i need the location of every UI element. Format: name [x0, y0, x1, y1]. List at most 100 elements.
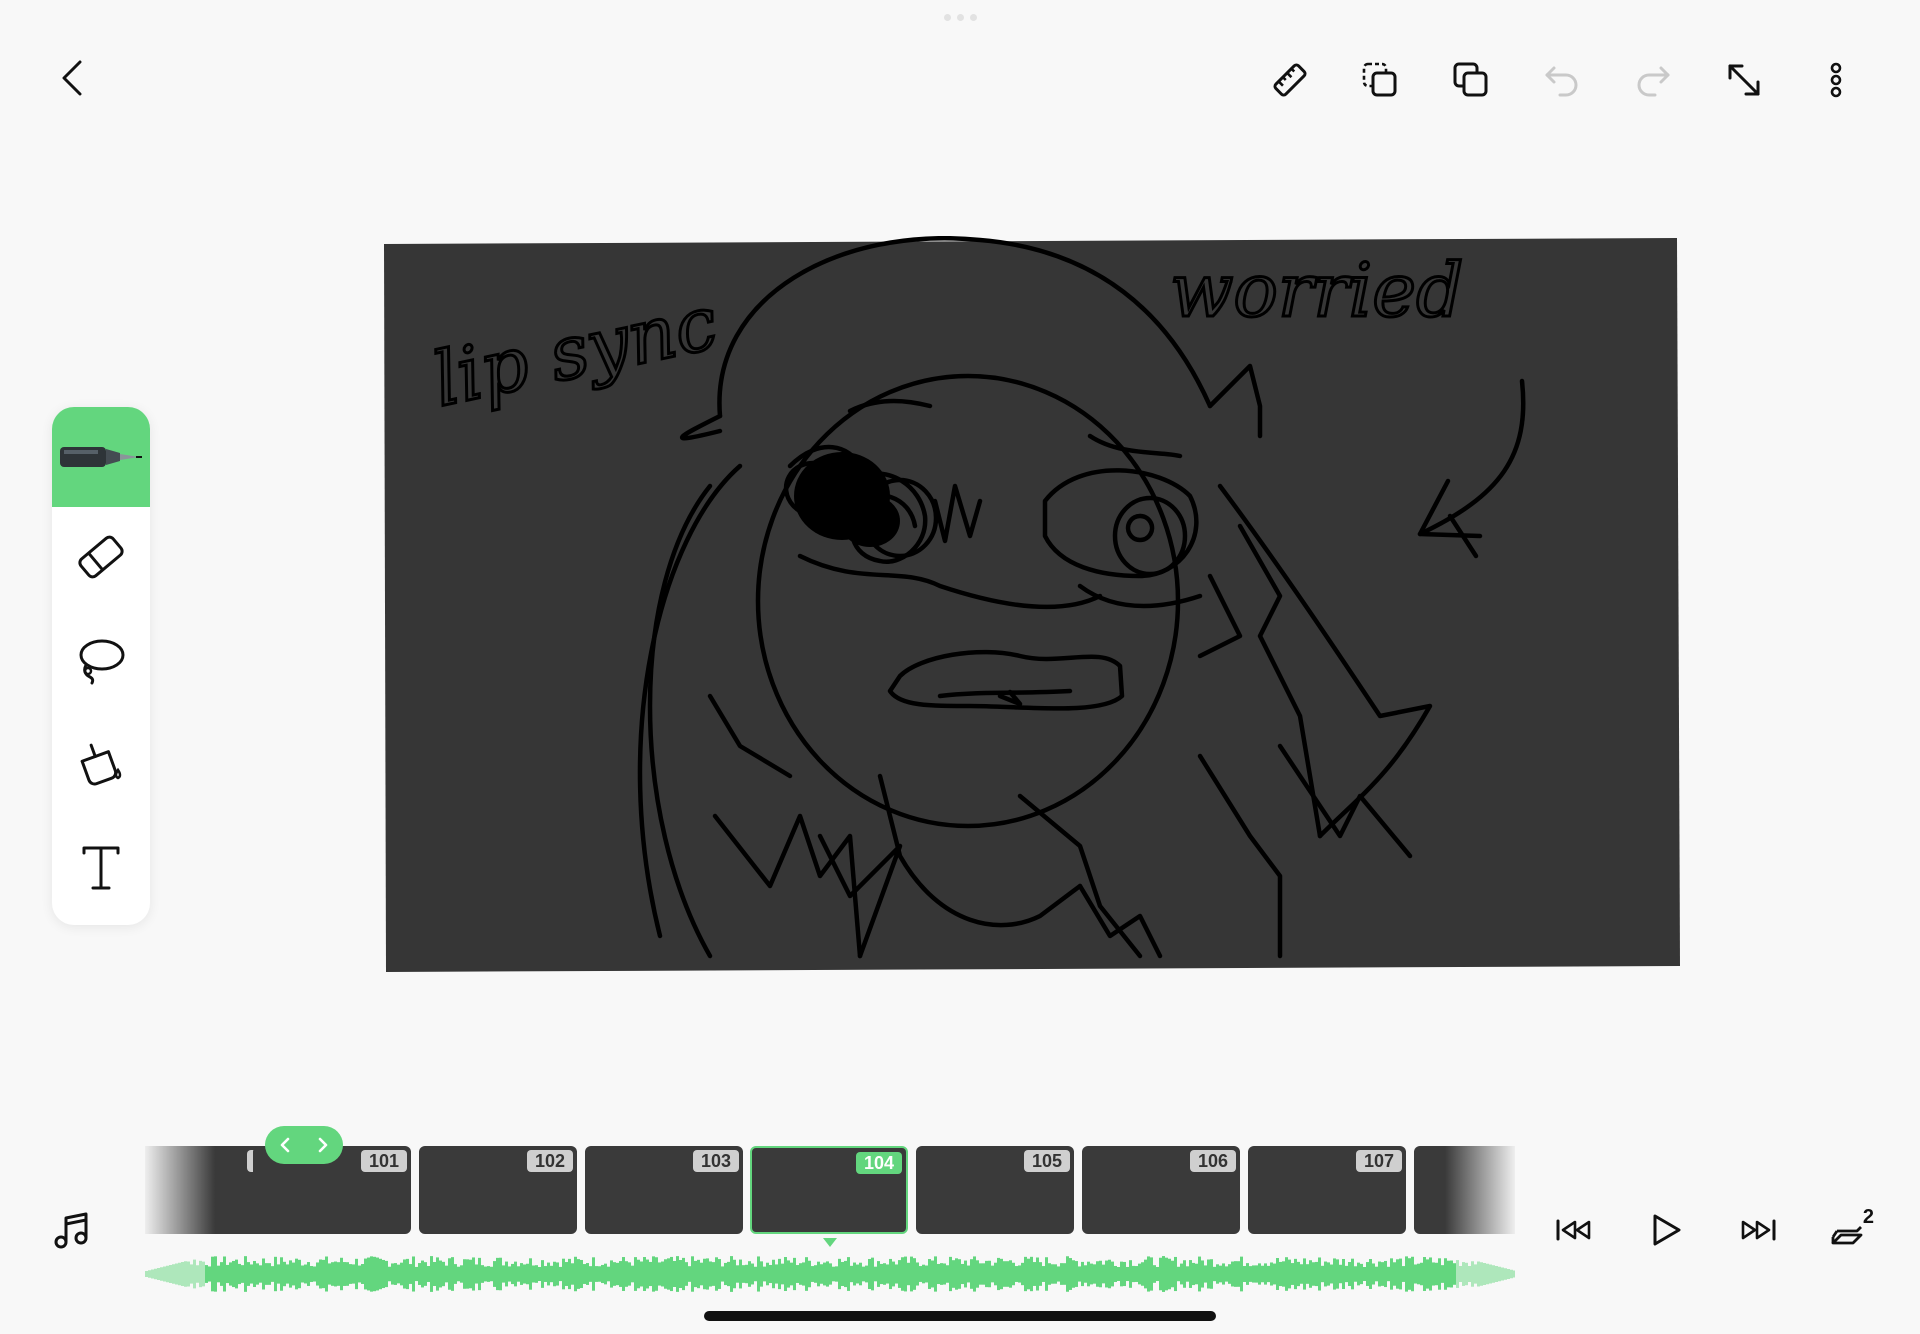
waveform-bar: [496, 1257, 499, 1291]
home-indicator[interactable]: [704, 1311, 1216, 1321]
waveform-bar: [826, 1261, 829, 1287]
tool-lasso[interactable]: [52, 610, 150, 710]
waveform-bar: [886, 1264, 889, 1284]
duplicate-icon[interactable]: [1449, 58, 1493, 102]
waveform-bar: [853, 1262, 856, 1286]
waveform-bar: [1141, 1262, 1144, 1286]
frame-thumbnail[interactable]: 102: [419, 1146, 577, 1234]
waveform-bar: [1483, 1263, 1486, 1285]
waveform-bar: [616, 1262, 619, 1286]
waveform-bar: [397, 1264, 400, 1284]
waveform-bar: [391, 1263, 394, 1285]
waveform-bar: [436, 1257, 439, 1291]
waveform-bar: [868, 1258, 871, 1290]
drawing-canvas[interactable]: lip sync worried: [380, 236, 1682, 974]
tool-pen[interactable]: [52, 407, 150, 507]
waveform-bar: [307, 1262, 310, 1286]
frame-number: 105: [1024, 1150, 1070, 1172]
waveform-bar: [946, 1265, 949, 1283]
waveform-bar: [958, 1259, 961, 1289]
more-icon[interactable]: [1818, 58, 1854, 102]
waveform-bar: [742, 1265, 745, 1283]
waveform-bar: [1399, 1258, 1402, 1290]
waveform-bar: [775, 1264, 778, 1284]
frame-number: 103: [693, 1150, 739, 1172]
frame-thumbnail[interactable]: 105: [916, 1146, 1074, 1234]
frame-thumbnail[interactable]: 106: [1082, 1146, 1240, 1234]
audio-waveform[interactable]: [145, 1250, 1515, 1298]
copy-icon[interactable]: [1358, 58, 1402, 102]
playhead-marker: [823, 1238, 837, 1247]
waveform-bar: [430, 1256, 433, 1292]
waveform-bar: [289, 1260, 292, 1288]
waveform-bar: [1162, 1256, 1165, 1292]
waveform-bar: [829, 1263, 832, 1285]
waveform-bar: [610, 1260, 613, 1288]
frame-thumbnail-current[interactable]: 104: [750, 1146, 908, 1234]
redo-icon[interactable]: [1631, 58, 1675, 102]
waveform-bar: [1204, 1265, 1207, 1283]
waveform-bar: [358, 1265, 361, 1283]
waveform-bar: [877, 1261, 880, 1287]
waveform-bar: [1081, 1261, 1084, 1287]
waveform-bar: [1093, 1264, 1096, 1284]
waveform-bar: [1411, 1256, 1414, 1292]
waveform-bar: [352, 1264, 355, 1284]
waveform-bar: [361, 1264, 364, 1284]
waveform-bar: [223, 1256, 226, 1292]
skip-to-start-icon[interactable]: [1554, 1212, 1594, 1248]
waveform-bar: [1390, 1258, 1393, 1290]
waveform-bar: [895, 1264, 898, 1284]
waveform-bar: [1372, 1263, 1375, 1285]
skip-to-end-icon[interactable]: [1738, 1212, 1778, 1248]
waveform-bar: [931, 1260, 934, 1288]
waveform-bar: [1492, 1265, 1495, 1283]
waveform-bar: [1027, 1258, 1030, 1290]
top-handle[interactable]: [942, 14, 978, 24]
waveform-bar: [304, 1264, 307, 1284]
waveform-bar: [343, 1262, 346, 1286]
frame-thumbnail[interactable]: 103: [585, 1146, 743, 1234]
waveform-bar: [628, 1262, 631, 1286]
waveform-bar: [1285, 1257, 1288, 1291]
waveform-bar: [1051, 1264, 1054, 1284]
waveform-bar: [805, 1257, 808, 1291]
waveform-bar: [412, 1256, 415, 1292]
ruler-icon[interactable]: [1268, 58, 1312, 102]
waveform-bar: [160, 1267, 163, 1281]
frame-thumbnail[interactable]: [1414, 1146, 1515, 1234]
waveform-bar: [793, 1257, 796, 1291]
waveform-bar: [1354, 1266, 1357, 1282]
waveform-bar: [1252, 1265, 1255, 1283]
waveform-bar: [1246, 1263, 1249, 1285]
waveform-bar: [973, 1256, 976, 1292]
waveform-bar: [1084, 1265, 1087, 1283]
music-icon[interactable]: [52, 1208, 92, 1252]
tool-eraser[interactable]: [52, 507, 150, 607]
waveform-bar: [1009, 1260, 1012, 1288]
undo-icon[interactable]: [1540, 58, 1584, 102]
waveform-bar: [1006, 1261, 1009, 1287]
back-icon[interactable]: [54, 58, 90, 98]
layers-icon[interactable]: 2: [1828, 1206, 1874, 1252]
waveform-bar: [439, 1260, 442, 1288]
waveform-bar: [1024, 1256, 1027, 1292]
resize-icon[interactable]: [1722, 58, 1766, 102]
waveform-bar: [1222, 1263, 1225, 1285]
waveform-bar: [1153, 1265, 1156, 1283]
waveform-bar: [1330, 1264, 1333, 1284]
waveform-bar: [1426, 1259, 1429, 1289]
waveform-bar: [1039, 1262, 1042, 1286]
frame-timeline[interactable]: 100 101 102 103 104 105 106 107: [145, 1144, 1515, 1236]
play-icon[interactable]: [1646, 1210, 1686, 1250]
tool-text[interactable]: [52, 817, 150, 917]
waveform-bar: [1048, 1263, 1051, 1285]
range-handle[interactable]: [265, 1126, 343, 1164]
tool-fill[interactable]: [52, 713, 150, 813]
waveform-bar: [1156, 1266, 1159, 1282]
frame-thumbnail[interactable]: 107: [1248, 1146, 1406, 1234]
waveform-bar: [751, 1263, 754, 1285]
waveform-bar: [865, 1265, 868, 1283]
waveform-bar: [322, 1259, 325, 1289]
waveform-bar: [520, 1263, 523, 1285]
